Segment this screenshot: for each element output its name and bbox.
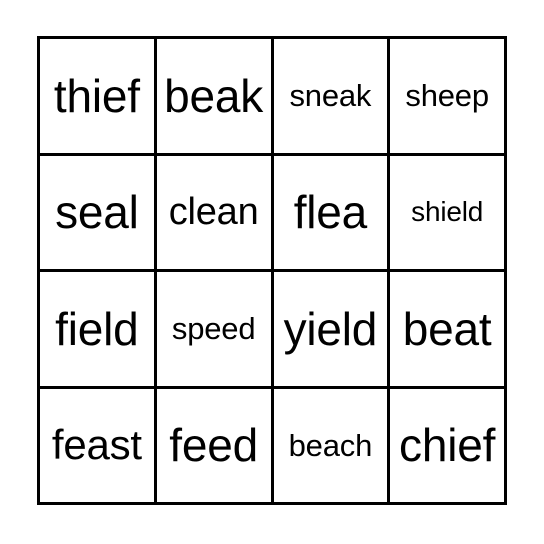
bingo-cell[interactable]: chief [390, 388, 507, 505]
bingo-cell[interactable]: shield [390, 155, 507, 272]
bingo-cell[interactable]: field [40, 272, 157, 389]
bingo-cell-label: speed [171, 311, 256, 347]
bingo-cell-label: sheep [405, 78, 489, 114]
bingo-cell[interactable]: feed [156, 388, 274, 505]
bingo-cell[interactable]: beat [390, 272, 507, 389]
bingo-cell-label: thief [53, 69, 140, 122]
bingo-cell[interactable]: clean [156, 155, 274, 272]
bingo-cell[interactable]: sneak [273, 39, 391, 156]
bingo-card-grid: thief beak sneak sheep seal clean flea shield fi… [37, 36, 507, 505]
bingo-cell-label: shield [411, 196, 484, 228]
bingo-cell-label: beak [164, 69, 264, 122]
bingo-cell[interactable]: thief [40, 39, 157, 156]
bingo-cell-label: yield [283, 302, 378, 355]
bingo-cell-label: feed [169, 419, 258, 472]
bingo-cell-label: flea [293, 186, 368, 239]
bingo-cell[interactable]: feast [40, 388, 157, 505]
bingo-cell[interactable]: sheep [390, 39, 507, 156]
bingo-cell[interactable]: seal [40, 155, 157, 272]
bingo-cell[interactable]: speed [156, 272, 274, 389]
bingo-cell[interactable]: beach [273, 388, 391, 505]
bingo-cell-label: beach [288, 427, 373, 463]
bingo-cell-label: clean [168, 191, 259, 234]
bingo-cell[interactable]: beak [156, 39, 274, 156]
bingo-cell[interactable]: yield [273, 272, 391, 389]
bingo-cell-label: chief [399, 419, 496, 472]
bingo-cell[interactable]: flea [273, 155, 391, 272]
bingo-cell-label: sneak [289, 78, 372, 114]
bingo-cell-label: seal [55, 186, 139, 239]
bingo-cell-label: field [55, 302, 139, 355]
bingo-cell-label: feast [51, 421, 142, 469]
bingo-cell-label: beat [402, 302, 492, 355]
